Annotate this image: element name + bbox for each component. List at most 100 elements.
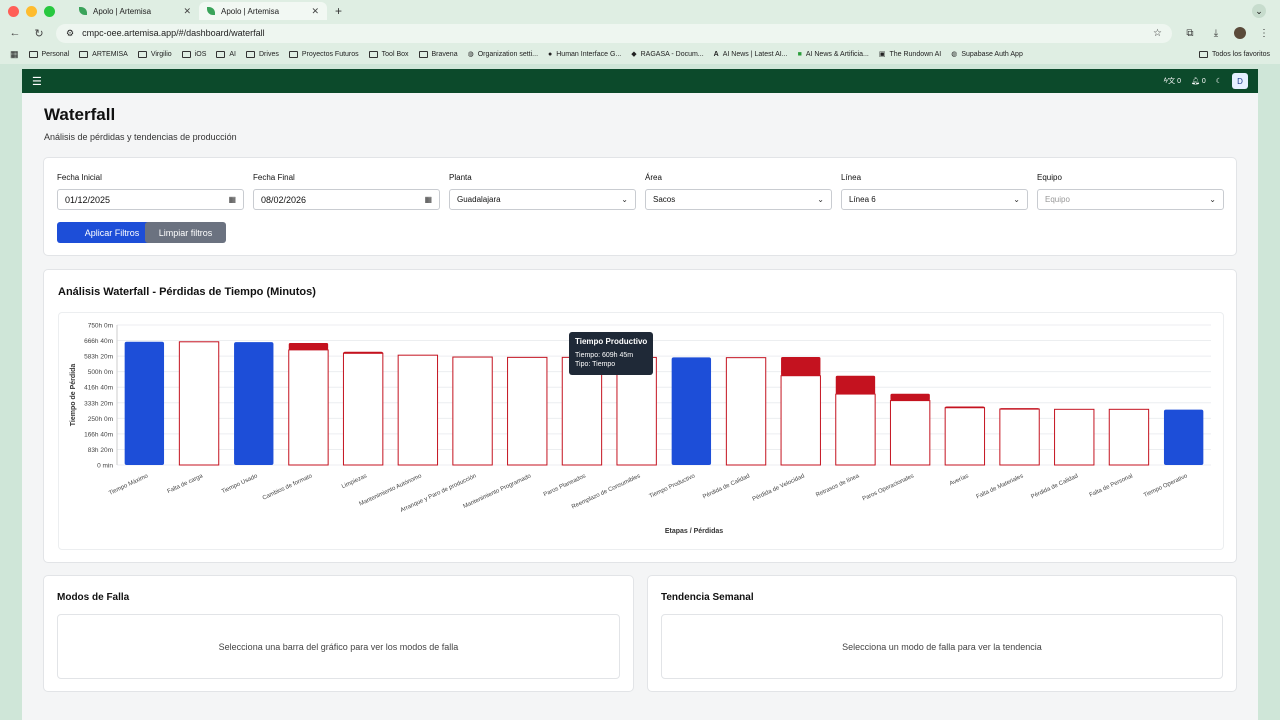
- bookmark-item[interactable]: ▣ The Rundown AI: [879, 50, 941, 59]
- bookmark-item[interactable]: Bravena: [418, 50, 458, 58]
- bar-loss: [890, 393, 930, 401]
- y-tick-label: 166h 40m: [84, 431, 113, 438]
- tab-close-icon[interactable]: ✕: [311, 6, 319, 17]
- bookmark-star-icon[interactable]: ☆: [1153, 28, 1162, 39]
- tab-close-icon[interactable]: ✕: [183, 6, 191, 17]
- url-text: cmpc-oee.artemisa.app/#/dashboard/waterf…: [82, 28, 265, 38]
- folder-icon: [181, 50, 191, 58]
- bookmark-item[interactable]: Personal: [28, 50, 69, 58]
- input-value: 08/02/2026: [261, 194, 307, 205]
- moon-icon[interactable]: ☾: [1216, 77, 1222, 85]
- select-placeholder: Equipo: [1045, 195, 1070, 204]
- folder-icon: [368, 50, 378, 58]
- bar-outline: [397, 354, 439, 466]
- fecha-final-input[interactable]: 08/02/2026 ▦: [253, 189, 440, 210]
- menu-icon[interactable]: ☰: [32, 75, 42, 88]
- address-bar[interactable]: ⚙ cmpc-oee.artemisa.app/#/dashboard/wate…: [56, 23, 1172, 43]
- bookmark-item[interactable]: Drives: [246, 50, 279, 58]
- x-tick-label: Tiempo Productivo: [649, 473, 697, 500]
- bar-outline: [452, 356, 493, 466]
- bookmark-item[interactable]: ARTEMISA: [79, 50, 128, 58]
- planta-select[interactable]: Guadalajara ⌄: [449, 189, 636, 210]
- bookmark-item[interactable]: ◍ Organization setti...: [468, 50, 538, 59]
- bar-loss: [343, 351, 383, 354]
- tab-title: Apolo | Artemisa: [221, 6, 280, 16]
- browser-menu-icon[interactable]: ⋮: [1256, 28, 1272, 39]
- linea-select[interactable]: Línea 6 ⌄: [841, 189, 1028, 210]
- bar-outline: [288, 349, 329, 466]
- bookmark-item[interactable]: AI: [216, 50, 236, 58]
- close-window-button[interactable]: [8, 5, 19, 17]
- tooltip-title: Tiempo Productivo: [575, 337, 648, 346]
- folder-icon: [418, 50, 428, 58]
- bookmark-item[interactable]: A AI News | Latest AI...: [714, 51, 788, 58]
- chevron-down-icon: ⌄: [1209, 195, 1216, 204]
- download-icon[interactable]: ⤓: [1208, 28, 1224, 39]
- equipo-select[interactable]: Equipo ⌄: [1037, 189, 1224, 210]
- site-info-icon[interactable]: ⚙: [66, 28, 74, 39]
- y-tick-label: 666h 40m: [84, 338, 113, 345]
- calendar-icon[interactable]: ▦: [228, 195, 236, 204]
- waterfall-chart-card: Análisis Waterfall - Pérdidas de Tiempo …: [43, 269, 1237, 563]
- x-tick-label: Paros Operacionales: [862, 473, 915, 502]
- profile-avatar[interactable]: [1234, 27, 1246, 39]
- browser-tab-2[interactable]: Apolo | Artemisa ✕: [199, 2, 327, 20]
- bookmark-item[interactable]: iOS: [181, 50, 206, 58]
- bar-loss: [288, 343, 329, 350]
- y-tick-label: 333h 20m: [84, 400, 113, 407]
- x-tick-label: Pérdida de Calidad: [1030, 473, 1079, 500]
- maximize-window-button[interactable]: [44, 5, 55, 17]
- bookmark-item[interactable]: ◍ Supabase Auth App: [951, 50, 1023, 59]
- translate-icon[interactable]: ᴬ⁄文 0: [1164, 76, 1181, 86]
- folder-icon: [28, 50, 38, 58]
- field-label: Planta: [449, 173, 472, 182]
- new-tab-icon[interactable]: +: [335, 4, 342, 18]
- folder-icon: [246, 50, 255, 58]
- x-tick-label: Pérdida de Velocidad: [752, 473, 806, 502]
- tab-search-icon[interactable]: ⌄: [1252, 4, 1266, 18]
- bookmark-item[interactable]: Proyectos Futuros: [288, 50, 359, 58]
- back-icon[interactable]: ←: [8, 27, 22, 39]
- site-icon: ◆: [631, 51, 637, 58]
- extensions-icon[interactable]: ⧉: [1182, 28, 1198, 39]
- bookmark-item[interactable]: ◆ RAGASA - Docum...: [631, 50, 703, 59]
- address-row: ← ↻ ⚙ cmpc-oee.artemisa.app/#/dashboard/…: [0, 22, 1280, 44]
- bell-icon[interactable]: 🔔︎ 0: [1191, 77, 1206, 85]
- fecha-inicial-input[interactable]: 01/12/2025 ▦: [57, 189, 244, 210]
- bookmark-item[interactable]: ■ AI News & Artificia...: [798, 51, 869, 58]
- filters-card: Fecha Inicial 01/12/2025 ▦ Fecha Final 0…: [43, 157, 1237, 256]
- area-select[interactable]: Sacos ⌄: [645, 189, 832, 210]
- y-tick-label: 250h 0m: [88, 416, 113, 423]
- folder-icon: [216, 50, 226, 58]
- bookmark-item[interactable]: ● Human Interface G...: [548, 51, 621, 58]
- minimize-window-button[interactable]: [26, 5, 37, 17]
- folder-icon: [137, 50, 147, 58]
- bar-outline: [780, 375, 821, 466]
- modos-falla-title: Modos de Falla: [57, 592, 130, 603]
- x-tick-label: Tiempo Máximo: [108, 473, 150, 497]
- bar-outline: [725, 357, 767, 466]
- x-tick-label: Cambios de formato: [262, 473, 314, 502]
- calendar-icon[interactable]: ▦: [424, 195, 432, 204]
- apps-grid-icon[interactable]: ▦: [10, 49, 19, 60]
- reload-icon[interactable]: ↻: [32, 27, 46, 40]
- bookmark-item[interactable]: Virgilio: [137, 50, 172, 58]
- x-tick-label: Limpiezas: [341, 473, 368, 490]
- all-bookmarks[interactable]: Todos los favoritos: [1199, 50, 1270, 58]
- y-tick-label: 500h 0m: [88, 369, 113, 376]
- browser-chrome: Apolo | Artemisa ✕ Apolo | Artemisa ✕ + …: [0, 0, 1280, 64]
- bookmark-item[interactable]: Tool Box: [368, 50, 409, 58]
- bar-outline: [1108, 408, 1150, 466]
- clear-filters-button[interactable]: Limpiar filtros: [145, 222, 226, 243]
- select-value: Sacos: [653, 195, 676, 204]
- browser-tab-1[interactable]: Apolo | Artemisa ✕: [71, 2, 199, 20]
- bar-total: [1163, 409, 1204, 465]
- bar-total: [234, 342, 274, 465]
- select-value: Guadalajara: [457, 195, 501, 204]
- translate-badge: 0: [1177, 78, 1181, 85]
- user-avatar[interactable]: D: [1232, 73, 1248, 89]
- apple-icon: ●: [548, 50, 553, 58]
- ai-icon: A: [713, 50, 719, 58]
- bar-loss: [945, 406, 985, 409]
- fecha-inicial-field: Fecha Inicial 01/12/2025 ▦: [57, 173, 244, 210]
